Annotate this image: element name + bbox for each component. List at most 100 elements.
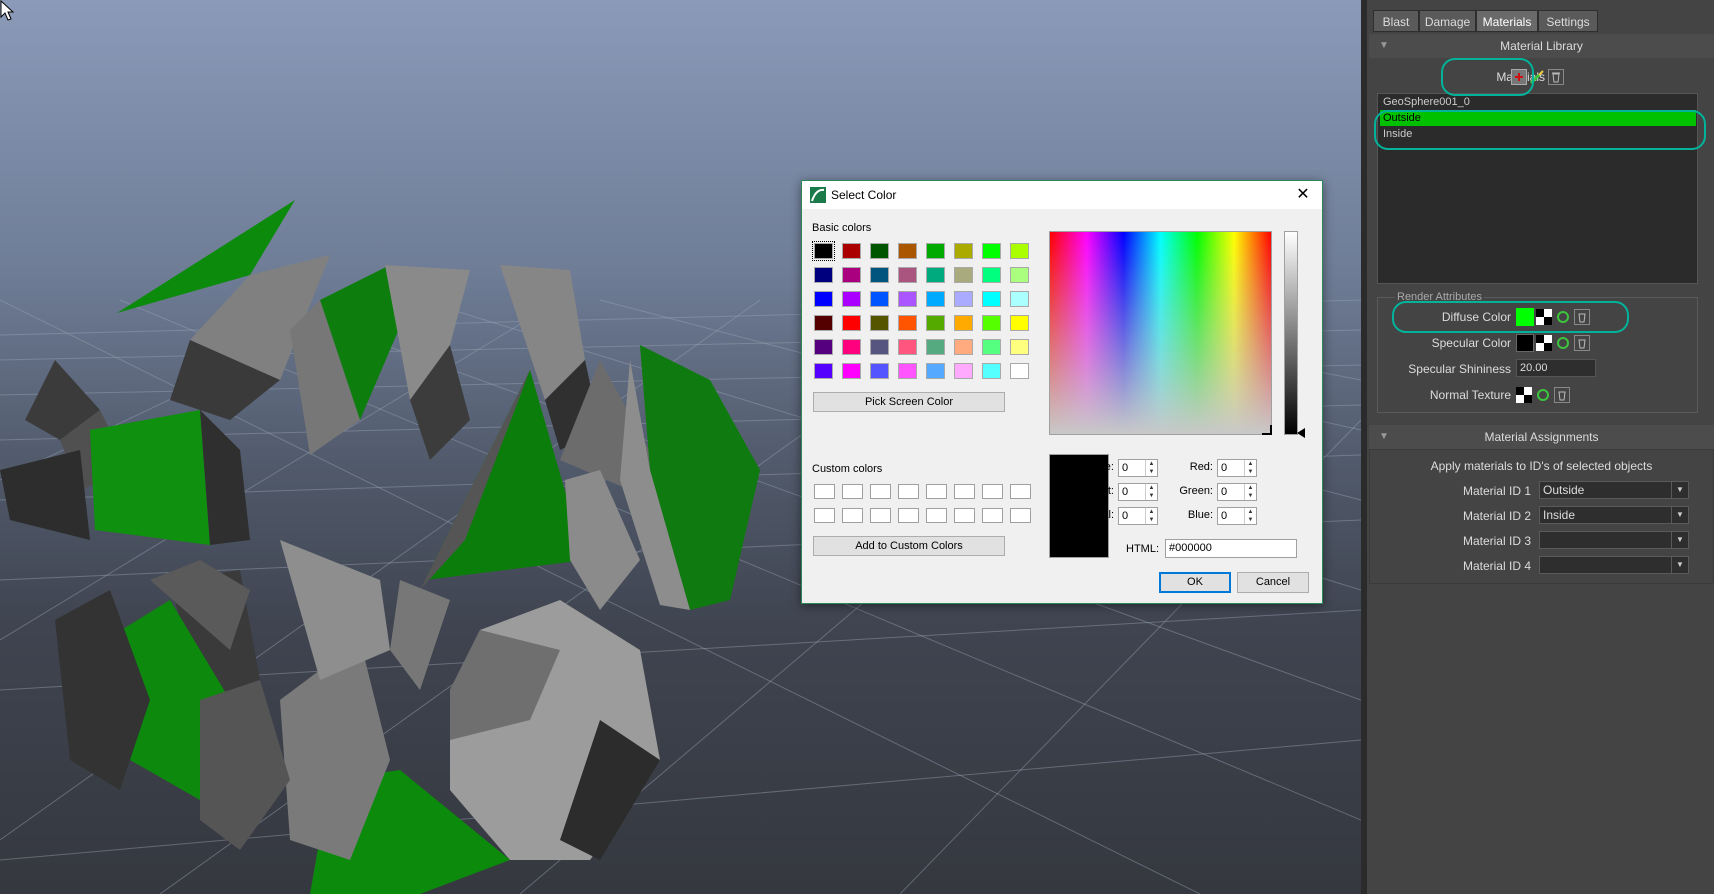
custom-color-swatch[interactable]	[1010, 508, 1031, 523]
basic-color-swatch[interactable]	[898, 267, 917, 283]
basic-color-swatch[interactable]	[926, 243, 945, 259]
basic-color-swatch[interactable]	[1010, 291, 1029, 307]
basic-color-swatch[interactable]	[982, 243, 1001, 259]
custom-color-swatch[interactable]	[814, 508, 835, 523]
hue-spinbox[interactable]: 0 ▲ ▼	[1118, 459, 1158, 477]
basic-color-swatch[interactable]	[982, 339, 1001, 355]
basic-color-swatch[interactable]	[982, 267, 1001, 283]
basic-color-swatch[interactable]	[954, 267, 973, 283]
basic-color-swatch[interactable]	[842, 267, 861, 283]
basic-color-swatch[interactable]	[842, 243, 861, 259]
custom-color-swatch[interactable]	[982, 508, 1003, 523]
basic-color-swatch[interactable]	[982, 315, 1001, 331]
delete-material-icon[interactable]	[1548, 69, 1564, 85]
luminance-arrow-icon[interactable]	[1297, 428, 1305, 438]
custom-color-swatch[interactable]	[898, 484, 919, 499]
chevron-down-icon[interactable]: ▼	[1671, 532, 1688, 548]
spin-arrows-icon[interactable]: ▲ ▼	[1244, 460, 1256, 476]
spin-arrows-icon[interactable]: ▲ ▼	[1145, 508, 1157, 524]
basic-color-swatch[interactable]	[954, 315, 973, 331]
basic-color-swatch[interactable]	[870, 291, 889, 307]
basic-color-swatch[interactable]	[814, 291, 833, 307]
basic-color-swatch[interactable]	[842, 315, 861, 331]
sat-spinbox[interactable]: 0 ▲ ▼	[1118, 483, 1158, 501]
basic-color-swatch[interactable]	[814, 363, 833, 379]
custom-color-swatch[interactable]	[926, 508, 947, 523]
basic-color-swatch[interactable]	[1010, 267, 1029, 283]
basic-color-swatch[interactable]	[812, 241, 835, 261]
basic-color-swatch[interactable]	[898, 363, 917, 379]
custom-color-swatch[interactable]	[898, 508, 919, 523]
chevron-down-icon[interactable]: ▼	[1671, 557, 1688, 573]
pick-screen-color-button[interactable]: Pick Screen Color	[813, 392, 1005, 412]
basic-color-swatch[interactable]	[926, 363, 945, 379]
basic-color-swatch[interactable]	[954, 243, 973, 259]
basic-color-swatch[interactable]	[954, 291, 973, 307]
tab-blast[interactable]: Blast	[1373, 10, 1419, 32]
material-id-2-dropdown[interactable]: Inside ▼	[1539, 506, 1689, 524]
ok-button[interactable]: OK	[1159, 572, 1231, 593]
basic-color-swatch[interactable]	[898, 315, 917, 331]
cancel-button[interactable]: Cancel	[1237, 572, 1309, 593]
luminance-slider[interactable]	[1284, 231, 1298, 435]
custom-color-swatch[interactable]	[954, 484, 975, 499]
custom-color-swatch[interactable]	[814, 484, 835, 499]
close-icon[interactable]: ✕	[1292, 185, 1314, 205]
custom-color-swatch[interactable]	[842, 484, 863, 499]
basic-color-swatch[interactable]	[1010, 243, 1029, 259]
reload-icon[interactable]	[1555, 335, 1571, 351]
dialog-titlebar[interactable]: Select Color ✕	[802, 181, 1322, 209]
basic-color-swatch[interactable]	[870, 339, 889, 355]
basic-color-swatch[interactable]	[1010, 315, 1029, 331]
specular-shininess-input[interactable]: 20.00	[1516, 359, 1596, 377]
panel-splitter[interactable]	[1361, 0, 1367, 894]
basic-color-swatch[interactable]	[898, 291, 917, 307]
basic-color-swatch[interactable]	[870, 363, 889, 379]
custom-color-swatch[interactable]	[1010, 484, 1031, 499]
tab-materials[interactable]: Materials	[1476, 10, 1538, 32]
custom-color-swatch[interactable]	[870, 484, 891, 499]
green-spinbox[interactable]: 0 ▲ ▼	[1217, 483, 1257, 501]
clear-icon[interactable]	[1574, 335, 1590, 351]
add-to-custom-colors-button[interactable]: Add to Custom Colors	[813, 536, 1005, 556]
basic-color-swatch[interactable]	[898, 243, 917, 259]
basic-color-swatch[interactable]	[814, 339, 833, 355]
material-assignments-header[interactable]: ▼ Material Assignments	[1369, 425, 1714, 449]
material-id-3-dropdown[interactable]: ▼	[1539, 531, 1689, 549]
hue-saturation-spectrum[interactable]	[1049, 231, 1272, 435]
basic-color-swatch[interactable]	[898, 339, 917, 355]
basic-color-swatch[interactable]	[982, 363, 1001, 379]
list-item[interactable]: GeoSphere001_0	[1380, 94, 1696, 110]
custom-color-swatch[interactable]	[954, 508, 975, 523]
basic-color-swatch[interactable]	[870, 243, 889, 259]
basic-color-swatch[interactable]	[954, 339, 973, 355]
spin-arrows-icon[interactable]: ▲ ▼	[1244, 508, 1256, 524]
chevron-down-icon[interactable]: ▼	[1671, 507, 1688, 523]
spin-arrows-icon[interactable]: ▲ ▼	[1244, 484, 1256, 500]
basic-color-swatch[interactable]	[926, 267, 945, 283]
basic-color-swatch[interactable]	[982, 291, 1001, 307]
basic-color-swatch[interactable]	[814, 267, 833, 283]
specular-color-swatch[interactable]	[1516, 334, 1534, 352]
red-spinbox[interactable]: 0 ▲ ▼	[1217, 459, 1257, 477]
basic-color-swatch[interactable]	[926, 339, 945, 355]
material-id-1-dropdown[interactable]: Outside ▼	[1539, 481, 1689, 499]
html-color-input[interactable]: #000000	[1165, 539, 1297, 558]
checker-texture-icon[interactable]	[1516, 387, 1532, 403]
basic-color-swatch[interactable]	[954, 363, 973, 379]
basic-color-swatch[interactable]	[1010, 339, 1029, 355]
custom-color-swatch[interactable]	[926, 484, 947, 499]
basic-color-swatch[interactable]	[926, 291, 945, 307]
spin-arrows-icon[interactable]: ▲ ▼	[1145, 460, 1157, 476]
basic-color-swatch[interactable]	[842, 291, 861, 307]
custom-color-swatch[interactable]	[842, 508, 863, 523]
basic-color-swatch[interactable]	[1010, 363, 1029, 379]
material-id-4-dropdown[interactable]: ▼	[1539, 556, 1689, 574]
custom-color-swatch[interactable]	[870, 508, 891, 523]
basic-color-swatch[interactable]	[814, 315, 833, 331]
checker-texture-icon[interactable]	[1536, 335, 1552, 351]
basic-color-swatch[interactable]	[926, 315, 945, 331]
material-library-header[interactable]: ▼ Material Library	[1369, 34, 1714, 58]
chevron-down-icon[interactable]: ▼	[1671, 482, 1688, 498]
basic-color-swatch[interactable]	[870, 315, 889, 331]
